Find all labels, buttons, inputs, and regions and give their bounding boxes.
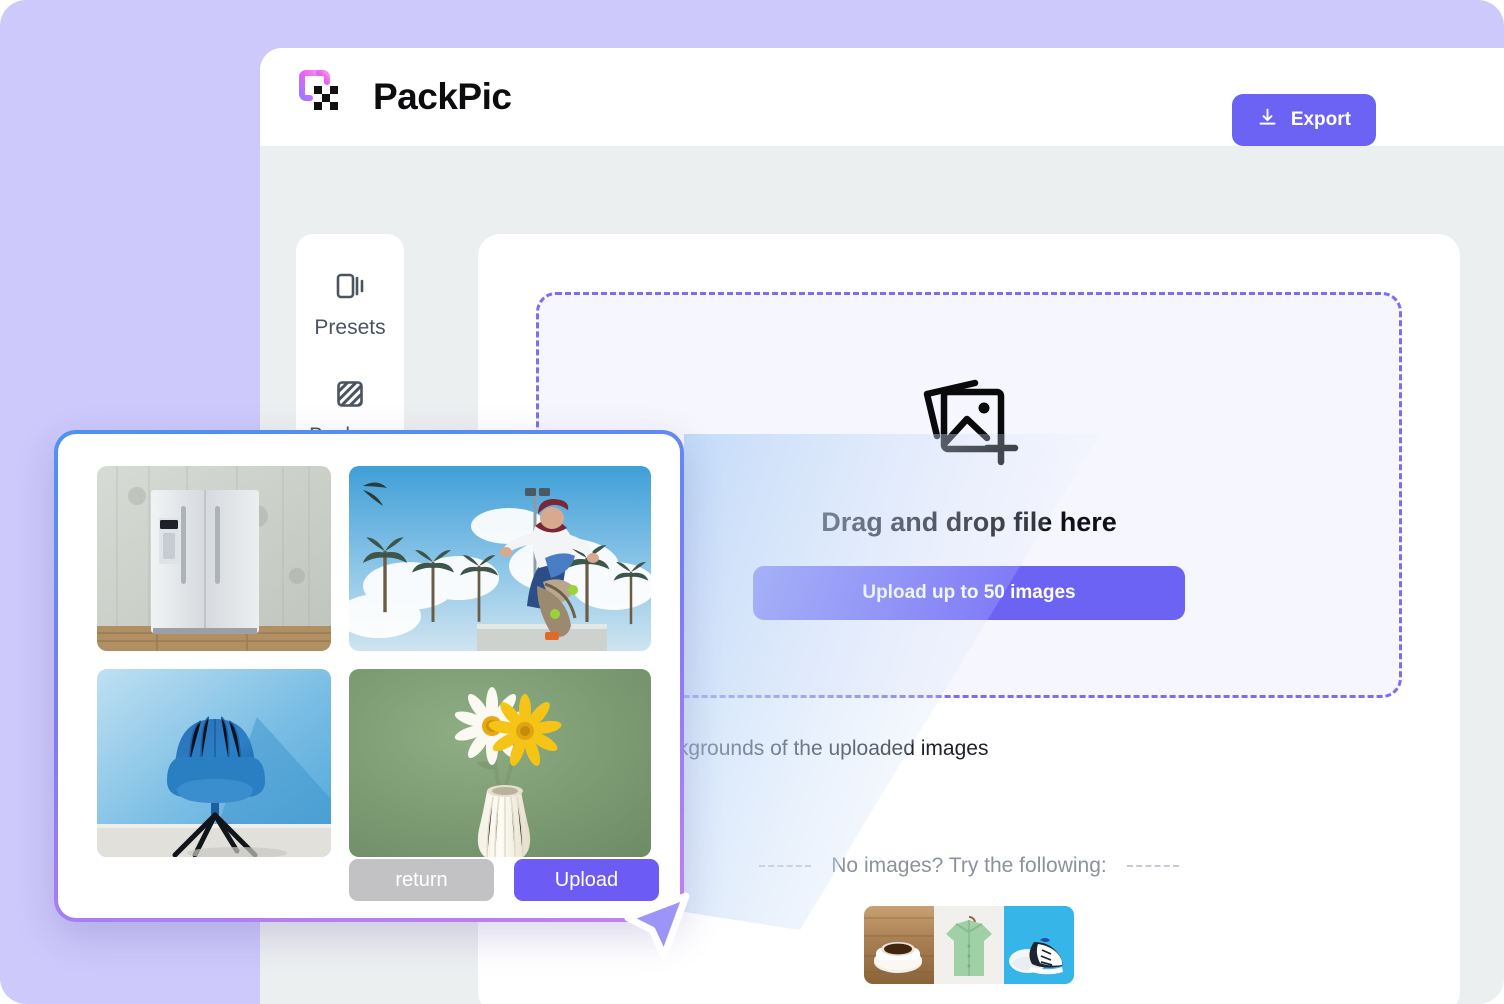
return-button[interactable]: return: [349, 859, 494, 901]
background-hatch-icon: [333, 378, 367, 415]
upload-dialog: return Upload: [54, 430, 684, 922]
export-button[interactable]: Export: [1231, 94, 1376, 146]
dropzone-title: Drag and drop file here: [821, 507, 1117, 537]
flower-vase-image[interactable]: [349, 669, 651, 857]
green-shirt-thumbnail[interactable]: [934, 906, 1004, 984]
divider-right: [1126, 865, 1179, 867]
upload-images-button[interactable]: Upload up to 50 images: [753, 566, 1185, 620]
suggestions-heading: No images? Try the following:: [831, 854, 1107, 877]
sidebar-item-presets-label: Presets: [314, 316, 386, 339]
page-root: PackPic Export Presets Drag and drop fil…: [0, 0, 1504, 1004]
coffee-cup-thumbnail[interactable]: [864, 906, 934, 984]
presets-carousel-icon: [330, 270, 370, 307]
brand: PackPic: [299, 70, 512, 124]
dialog-upload-button[interactable]: Upload: [514, 859, 659, 901]
dialog-actions: return Upload: [349, 859, 659, 901]
export-button-label: Export: [1290, 109, 1351, 130]
app-header: PackPic Export: [260, 48, 1504, 146]
download-icon: [1257, 107, 1278, 134]
sneakers-thumbnail[interactable]: [1004, 906, 1074, 984]
divider-left: [759, 865, 812, 867]
refrigerator-image[interactable]: [97, 466, 331, 651]
sidebar-item-presets[interactable]: Presets: [296, 258, 404, 366]
logo-svg: [299, 70, 338, 110]
suggestions-heading-row: No images? Try the following:: [759, 854, 1179, 878]
blue-chair-image[interactable]: [97, 669, 331, 857]
dialog-image-grid: [97, 466, 658, 857]
add-image-stack-icon: [913, 370, 1025, 479]
upload-dialog-body: return Upload: [58, 434, 680, 918]
skateboarder-image[interactable]: [349, 466, 651, 651]
packpic-logo-icon: [299, 70, 353, 124]
suggestion-thumbnails: [864, 906, 1074, 984]
brand-name: PackPic: [373, 76, 512, 117]
